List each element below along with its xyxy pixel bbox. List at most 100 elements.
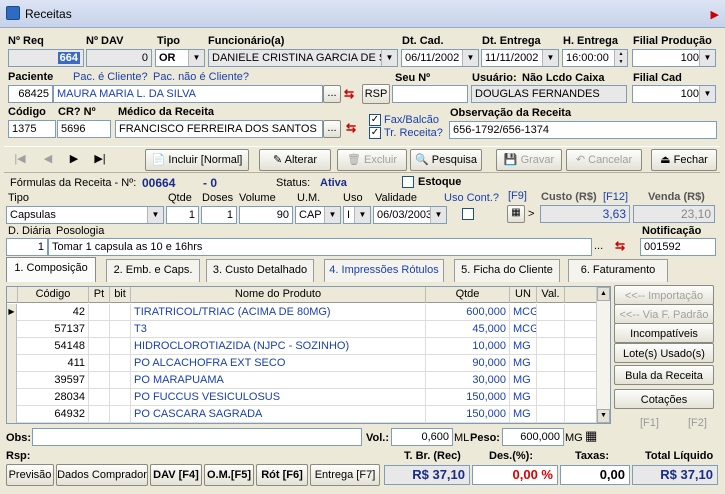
cell-un[interactable]: MCG [510,321,537,338]
table-row[interactable]: 411 PO ALCACHOFRA EXT SECO 90,000 MG [7,355,598,372]
taxas-value[interactable]: 0,00 [560,465,630,485]
nreq-field[interactable]: 664 [8,49,84,67]
filial-producao-select[interactable]: 100 [632,49,716,67]
calculator-button[interactable]: ▦ [507,205,525,223]
cell-codigo[interactable]: 64932 [18,406,89,423]
filial-cad-select[interactable]: 100 [632,85,716,103]
tab-composicao[interactable]: 1. Composição [6,257,96,282]
cell-pt[interactable] [89,321,110,338]
header-nome[interactable]: Nome do Produto [131,287,426,303]
um-select[interactable]: CAP [295,206,341,224]
cell-un[interactable]: MG [510,338,537,355]
cell-pt[interactable] [89,304,110,321]
rotulo-button[interactable]: Rót [F6] [256,464,308,486]
medico-field[interactable]: FRANCISCO FERREIRA DOS SANTOS [115,120,323,138]
dtcad-field[interactable]: 06/11/2002 [401,49,479,67]
cancelar-button[interactable]: ↶ Cancelar [566,149,642,171]
pesquisa-button[interactable]: 🔍 Pesquisa [410,149,482,171]
importacao-button[interactable]: <<-- Importação [614,285,714,305]
table-row[interactable]: 54148 HIDROCLOROTIAZIDA (NJPC - SOZINHO) 1… [7,338,598,355]
calculator-small-icon[interactable]: ▦ [585,428,597,444]
codigo-field[interactable]: 1375 [8,120,56,138]
obs-field[interactable] [32,428,362,446]
cell-bit[interactable] [110,304,131,321]
qtde-field[interactable]: 1 [166,206,199,224]
cell-nome[interactable]: TIRATRICOL/TRIAC (ACIMA DE 80MG) [131,304,426,321]
tab-impressoes-rotulos[interactable]: 4. Impressões Rótulos [324,259,444,282]
cell-qtde[interactable]: 150,000 [426,389,510,406]
cell-bit[interactable] [110,338,131,355]
pac-e-cliente-link[interactable]: Pac. é Cliente? [73,71,148,83]
cell-qtde[interactable]: 10,000 [426,338,510,355]
notificacao-field[interactable]: 001592 [640,238,716,256]
scroll-up-icon[interactable]: ▲ [597,287,610,301]
cell-codigo[interactable]: 28034 [18,389,89,406]
desconto-value[interactable]: 0,00 % [472,465,558,485]
cell-codigo[interactable]: 39597 [18,372,89,389]
cell-codigo[interactable]: 57137 [18,321,89,338]
header-val[interactable]: Val. [537,287,565,303]
tab-faturamento[interactable]: 6. Faturamento [568,259,668,282]
cell-pt[interactable] [89,389,110,406]
pac-nao-cliente-link[interactable]: Pac. não é Cliente? [153,71,249,83]
seu-numero-field[interactable] [392,85,468,103]
cell-bit[interactable] [110,372,131,389]
cell-pt[interactable] [89,406,110,423]
table-scrollbar[interactable]: ▲ ▼ [596,287,610,423]
dados-comprador-button[interactable]: Dados Comprador [56,464,148,486]
cell-bit[interactable] [110,406,131,423]
obs-receita-field[interactable]: 656-1792/656-1374 [449,121,717,139]
cell-qtde[interactable]: 600,000 [426,304,510,321]
cell-bit[interactable] [110,321,131,338]
table-row[interactable]: 57137 T3 45,000 MCG [7,321,598,338]
cell-val[interactable] [537,406,565,423]
last-record-button[interactable]: ▶| [88,149,112,171]
cell-val[interactable] [537,389,565,406]
header-qtde[interactable]: Qtde [426,287,510,303]
fax-balcao-checkbox[interactable]: ✓ [369,114,381,126]
header-pt[interactable]: Pt [89,287,110,303]
tipo-select[interactable]: OR [155,49,205,67]
header-bit[interactable]: bit [110,287,131,303]
table-row[interactable]: ▶ 42 TIRATRICOL/TRIAC (ACIMA DE 80MG) 600,0… [7,304,598,321]
cell-bit[interactable] [110,355,131,372]
transfer-posologia-icon[interactable]: ⇆ [615,239,625,253]
cr-field[interactable]: 5696 [57,120,111,138]
incluir-button[interactable]: 📄 Incluir [Normal] [145,149,249,171]
scroll-down-icon[interactable]: ▼ [597,409,610,423]
fechar-button[interactable]: ⏏ Fechar [651,149,717,171]
lotes-usados-button[interactable]: Lote(s) Usado(s) [614,343,714,363]
cell-qtde[interactable]: 30,000 [426,372,510,389]
cell-un[interactable]: MG [510,372,537,389]
cell-val[interactable] [537,355,565,372]
uso-continuo-checkbox[interactable] [462,208,474,220]
entrega-button[interactable]: Entrega [F7] [310,464,380,486]
cell-bit[interactable] [110,389,131,406]
cell-nome[interactable]: PO ALCACHOFRA EXT SECO [131,355,426,372]
cell-val[interactable] [537,372,565,389]
tab-emb-caps[interactable]: 2. Emb. e Caps. [106,259,200,282]
cell-nome[interactable]: PO MARAPUAMA [131,372,426,389]
excluir-button[interactable]: 🗑 Excluir [337,149,407,171]
tr-receita-checkbox[interactable]: ✓ [369,127,381,139]
first-record-button[interactable]: |◀ [8,149,32,171]
om-button[interactable]: O.M.[F5] [204,464,254,486]
ndav-field[interactable]: 0 [86,49,152,67]
volume-field[interactable]: 90 [239,206,293,224]
header-un[interactable]: UN [510,287,537,303]
paciente-name-field[interactable]: MAURA MARIA L. DA SILVA [53,85,323,103]
validade-field[interactable]: 06/03/2003 [373,206,447,224]
transfer-icon[interactable]: ⇆ [344,87,354,101]
prev-record-button[interactable]: ◀ [36,149,60,171]
rsp-button[interactable]: RSP [362,84,390,104]
alterar-button[interactable]: ✎ Alterar [259,149,331,171]
paciente-lookup-button[interactable]: ... [323,85,341,103]
cell-nome[interactable]: T3 [131,321,426,338]
cotacoes-button[interactable]: Cotações [614,389,714,409]
table-row[interactable]: 28034 PO FUCCUS VESICULOSUS 150,000 MG [7,389,598,406]
posologia-lookup[interactable]: ... [594,240,603,252]
cell-pt[interactable] [89,355,110,372]
cell-qtde[interactable]: 90,000 [426,355,510,372]
transfer-medico-icon[interactable]: ⇆ [346,121,356,135]
table-row[interactable]: 64932 PO CASCARA SAGRADA 150,000 MG [7,406,598,423]
